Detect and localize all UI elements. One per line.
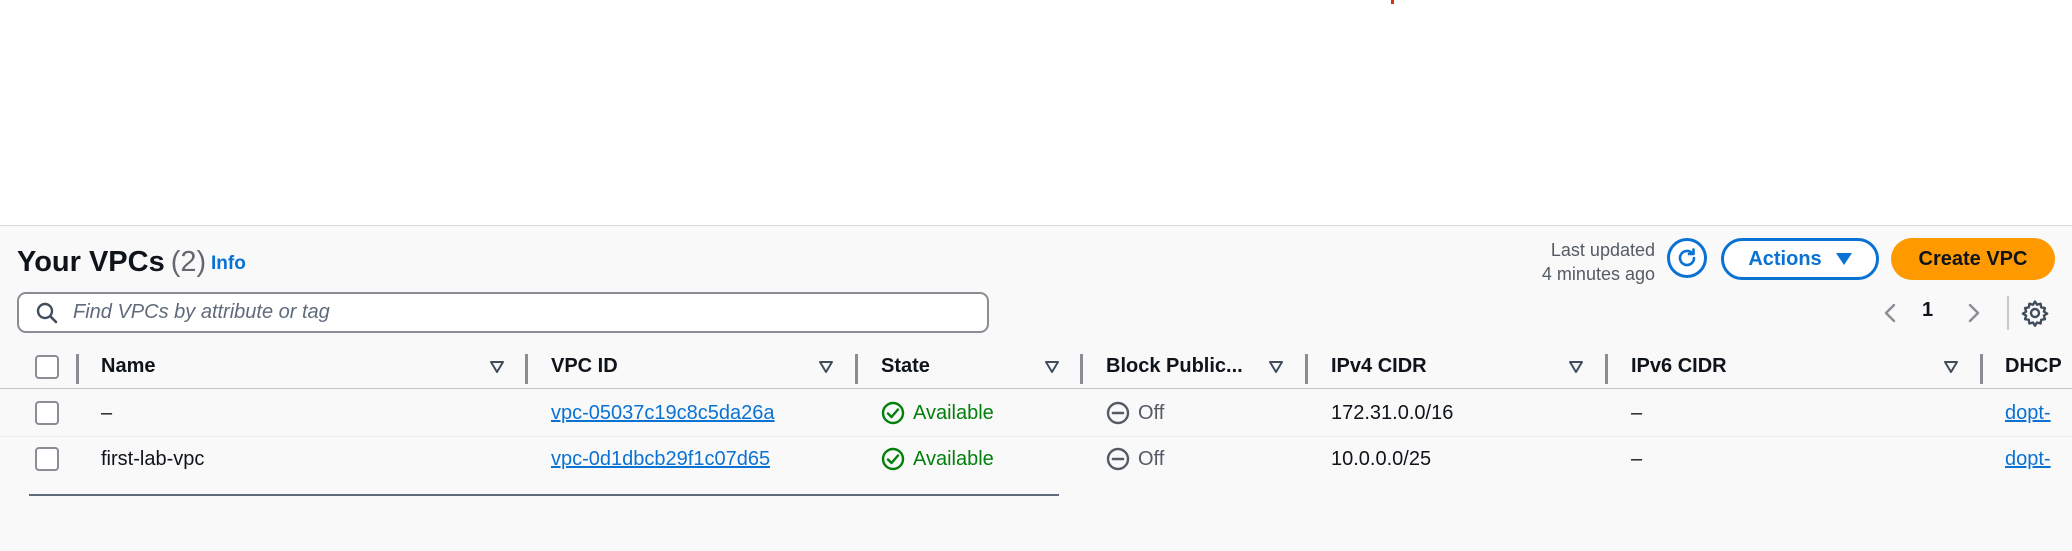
cell-block-public: Off (1106, 447, 1164, 471)
chevron-left-icon[interactable] (1880, 301, 1900, 325)
red-dot (1391, 0, 1394, 4)
cell-ipv4-cidr: 172.31.0.0/16 (1331, 402, 1454, 424)
last-updated-label: Last updated (1550, 240, 1655, 260)
title-text: Your VPCs (17, 246, 165, 278)
vpc-count: (2) (170, 246, 207, 278)
check-circle-icon (881, 447, 905, 471)
table-header (0, 348, 2072, 389)
column-divider (1980, 354, 1983, 384)
create-vpc-button[interactable]: Create VPC (1891, 238, 2055, 280)
column-header-vpc-id[interactable]: VPC ID (551, 355, 618, 378)
cell-dhcp-link[interactable]: dopt- (2005, 448, 2051, 471)
cell-state: Available (881, 447, 994, 471)
column-header-ipv6-cidr[interactable]: IPv6 CIDR (1631, 355, 1727, 378)
refresh-button[interactable] (1667, 238, 1707, 278)
row-checkbox[interactable] (35, 401, 59, 425)
column-header-name[interactable]: Name (101, 355, 155, 378)
column-header-state[interactable]: State (881, 355, 930, 378)
info-link[interactable]: Info (211, 253, 246, 275)
stopped-icon (1106, 401, 1130, 425)
row-checkbox[interactable] (35, 447, 59, 471)
sort-icon[interactable] (1268, 360, 1284, 374)
column-divider (76, 354, 79, 384)
sort-icon[interactable] (1568, 360, 1584, 374)
select-all-checkbox[interactable] (35, 355, 59, 379)
column-divider (1305, 354, 1308, 384)
column-header-block-public[interactable]: Block Public... (1106, 355, 1243, 378)
check-circle-icon (881, 401, 905, 425)
search-placeholder: Find VPCs by attribute or tag (73, 301, 330, 323)
sort-icon[interactable] (1044, 360, 1060, 374)
cell-vpc-id-link[interactable]: vpc-05037c19c8c5da26a (551, 402, 775, 425)
state-label: Available (913, 447, 994, 470)
search-icon (36, 302, 58, 323)
column-divider (1605, 354, 1608, 384)
cell-state: Available (881, 401, 994, 425)
state-label: Available (913, 401, 994, 424)
cell-ipv6-cidr: – (1631, 448, 1643, 470)
cell-name: first-lab-vpc (101, 448, 205, 470)
horizontal-scrollbar[interactable] (29, 494, 1059, 496)
sort-icon[interactable] (1943, 360, 1959, 374)
refresh-icon (1678, 248, 1696, 267)
last-updated-time: 4 minutes ago (1541, 264, 1655, 284)
sort-icon[interactable] (818, 360, 834, 374)
page-title: Your VPCs (2) (17, 246, 206, 279)
column-divider (525, 354, 528, 384)
column-header-dhcp[interactable]: DHCP (2005, 355, 2062, 378)
stopped-icon (1106, 447, 1130, 471)
sort-icon[interactable] (489, 360, 505, 374)
top-area (0, 0, 2072, 225)
actions-label: Actions (1748, 247, 1822, 270)
cell-ipv4-cidr: 10.0.0.0/25 (1331, 448, 1432, 470)
cell-dhcp-link[interactable]: dopt- (2005, 402, 2051, 425)
gear-icon[interactable] (2021, 299, 2049, 327)
search-input[interactable]: Find VPCs by attribute or tag (17, 292, 989, 333)
column-divider (1080, 354, 1083, 384)
actions-button[interactable]: Actions (1721, 238, 1879, 280)
block-public-label: Off (1138, 447, 1165, 470)
table-row[interactable] (0, 436, 2072, 482)
page-number[interactable]: 1 (1922, 299, 1933, 322)
caret-down-icon (1835, 253, 1852, 265)
column-divider (855, 354, 858, 384)
chevron-right-icon[interactable] (1964, 301, 1984, 325)
cell-vpc-id-link[interactable]: vpc-0d1dbcb29f1c07d65 (551, 448, 770, 471)
cell-name: – (101, 402, 113, 424)
cell-ipv6-cidr: – (1631, 402, 1643, 424)
column-header-ipv4-cidr[interactable]: IPv4 CIDR (1331, 355, 1427, 378)
cell-block-public: Off (1106, 401, 1164, 425)
table-row[interactable] (0, 390, 2072, 437)
block-public-label: Off (1138, 401, 1165, 424)
last-updated: Last updated 4 minutes ago (1500, 238, 1655, 286)
pager-divider (2007, 296, 2009, 330)
